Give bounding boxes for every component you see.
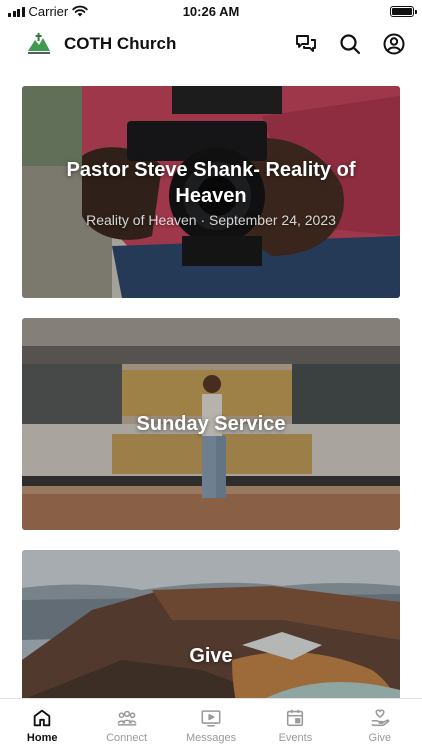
content-feed: Pastor Steve Shank- Reality of Heaven Re… (0, 66, 422, 698)
tab-give[interactable]: Give (338, 699, 422, 750)
chat-icon[interactable] (292, 30, 320, 58)
card-title: Pastor Steve Shank- Reality of Heaven (66, 158, 356, 207)
people-icon (117, 710, 137, 726)
tab-label: Home (26, 732, 58, 744)
give-icon (371, 709, 390, 727)
profile-icon[interactable] (380, 30, 408, 58)
tab-home[interactable]: Home (0, 699, 84, 750)
card-text: Sunday Service (22, 318, 400, 530)
tab-label: Connect (106, 732, 148, 744)
card-subtitle: Reality of Heaven · September 24, 2023 (86, 211, 336, 228)
feed-card-sunday-service[interactable]: Sunday Service (22, 318, 400, 530)
video-icon (201, 710, 221, 727)
status-left: Carrier (8, 4, 88, 19)
battery-icon (390, 5, 417, 17)
tab-label: Events (278, 732, 313, 744)
carrier-label: Carrier (28, 3, 69, 19)
calendar-icon (287, 709, 304, 727)
feed-card-sermon[interactable]: Pastor Steve Shank- Reality of Heaven Re… (22, 86, 400, 298)
app-header: COTH Church (0, 22, 422, 66)
card-title: Give (189, 645, 233, 667)
tab-label: Give (368, 732, 392, 744)
header-actions (292, 30, 408, 58)
tab-bar: Home Connect Messages Events Give (0, 698, 422, 750)
tab-label: Messages (185, 732, 237, 744)
card-text: Pastor Steve Shank- Reality of Heaven Re… (22, 86, 400, 298)
signal-icon (8, 6, 25, 17)
tab-events[interactable]: Events (253, 699, 337, 750)
status-bar: Carrier 10:26 AM (0, 0, 422, 22)
feed-card-give[interactable]: Give (22, 550, 400, 698)
church-logo (28, 33, 50, 54)
wifi-icon (72, 5, 88, 17)
tab-connect[interactable]: Connect (84, 699, 168, 750)
tab-messages[interactable]: Messages (169, 699, 253, 750)
card-title: Sunday Service (136, 413, 286, 435)
home-icon (33, 709, 51, 727)
search-icon[interactable] (336, 30, 364, 58)
card-text: Give (22, 550, 400, 698)
app-title: COTH Church (64, 34, 177, 53)
